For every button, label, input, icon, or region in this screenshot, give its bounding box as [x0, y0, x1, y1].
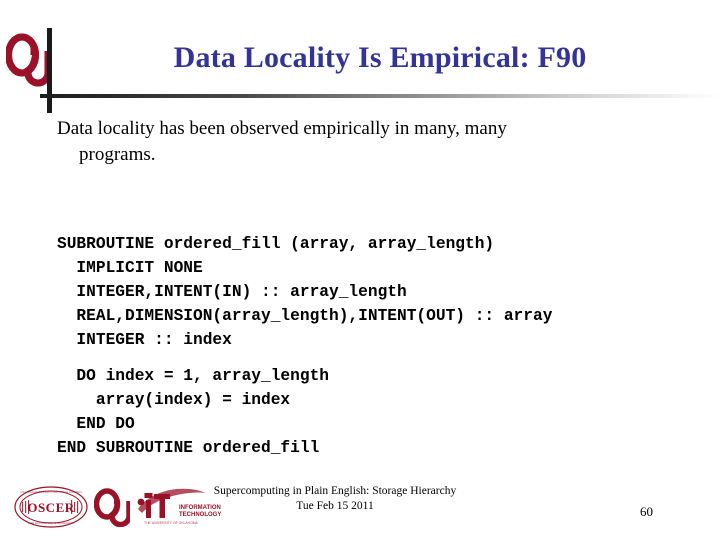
body-line-1: Data locality has been observed empirica… — [57, 118, 507, 139]
body-line-2: programs. — [79, 144, 156, 165]
code-line: INTEGER,INTENT(IN) :: array_length — [57, 283, 407, 301]
code-line: END SUBROUTINE ordered_fill — [57, 439, 320, 457]
body-paragraph: Data locality has been observed empirica… — [57, 116, 657, 168]
footer-title-line: Supercomputing in Plain English: Storage… — [213, 485, 457, 497]
code-line: REAL,DIMENSION(array_length),INTENT(OUT)… — [57, 307, 553, 325]
footer-date-line: Tue Feb 15 2011 — [296, 500, 374, 512]
code-line: INTEGER :: index — [57, 331, 232, 349]
fortran-code-block: SUBROUTINE ordered_fill (array, array_le… — [57, 232, 677, 460]
code-line: IMPLICIT NONE — [57, 259, 203, 277]
svg-text:OKLAHOMA SUPERCOMPUTING CENTER: OKLAHOMA SUPERCOMPUTING CENTER — [20, 490, 82, 494]
code-line: END DO — [57, 415, 135, 433]
slide-footer: OSCER OKLAHOMA SUPERCOMPUTING CENTER FOR… — [0, 478, 720, 540]
ou-logo-icon — [5, 31, 52, 89]
footer-caption: Supercomputing in Plain English: Storage… — [120, 484, 550, 514]
svg-text:FOR EDUCATION & RESEARCH: FOR EDUCATION & RESEARCH — [28, 521, 74, 525]
page-number: 60 — [640, 504, 653, 519]
svg-text:OSCER: OSCER — [27, 500, 74, 515]
svg-text:THE UNIVERSITY OF OKLAHOMA: THE UNIVERSITY OF OKLAHOMA — [144, 521, 199, 525]
code-line: SUBROUTINE ordered_fill (array, array_le… — [57, 235, 495, 253]
header-vertical-divider — [47, 28, 52, 113]
page-title: Data Locality Is Empirical: F90 — [173, 41, 587, 74]
oscer-logo-icon: OSCER OKLAHOMA SUPERCOMPUTING CENTER FOR… — [12, 485, 90, 529]
header-horizontal-rule — [40, 94, 720, 98]
code-line: array(index) = index — [57, 391, 291, 409]
slide-header: Data Locality Is Empirical: F90 — [0, 0, 720, 115]
code-line: DO index = 1, array_length — [57, 367, 329, 385]
